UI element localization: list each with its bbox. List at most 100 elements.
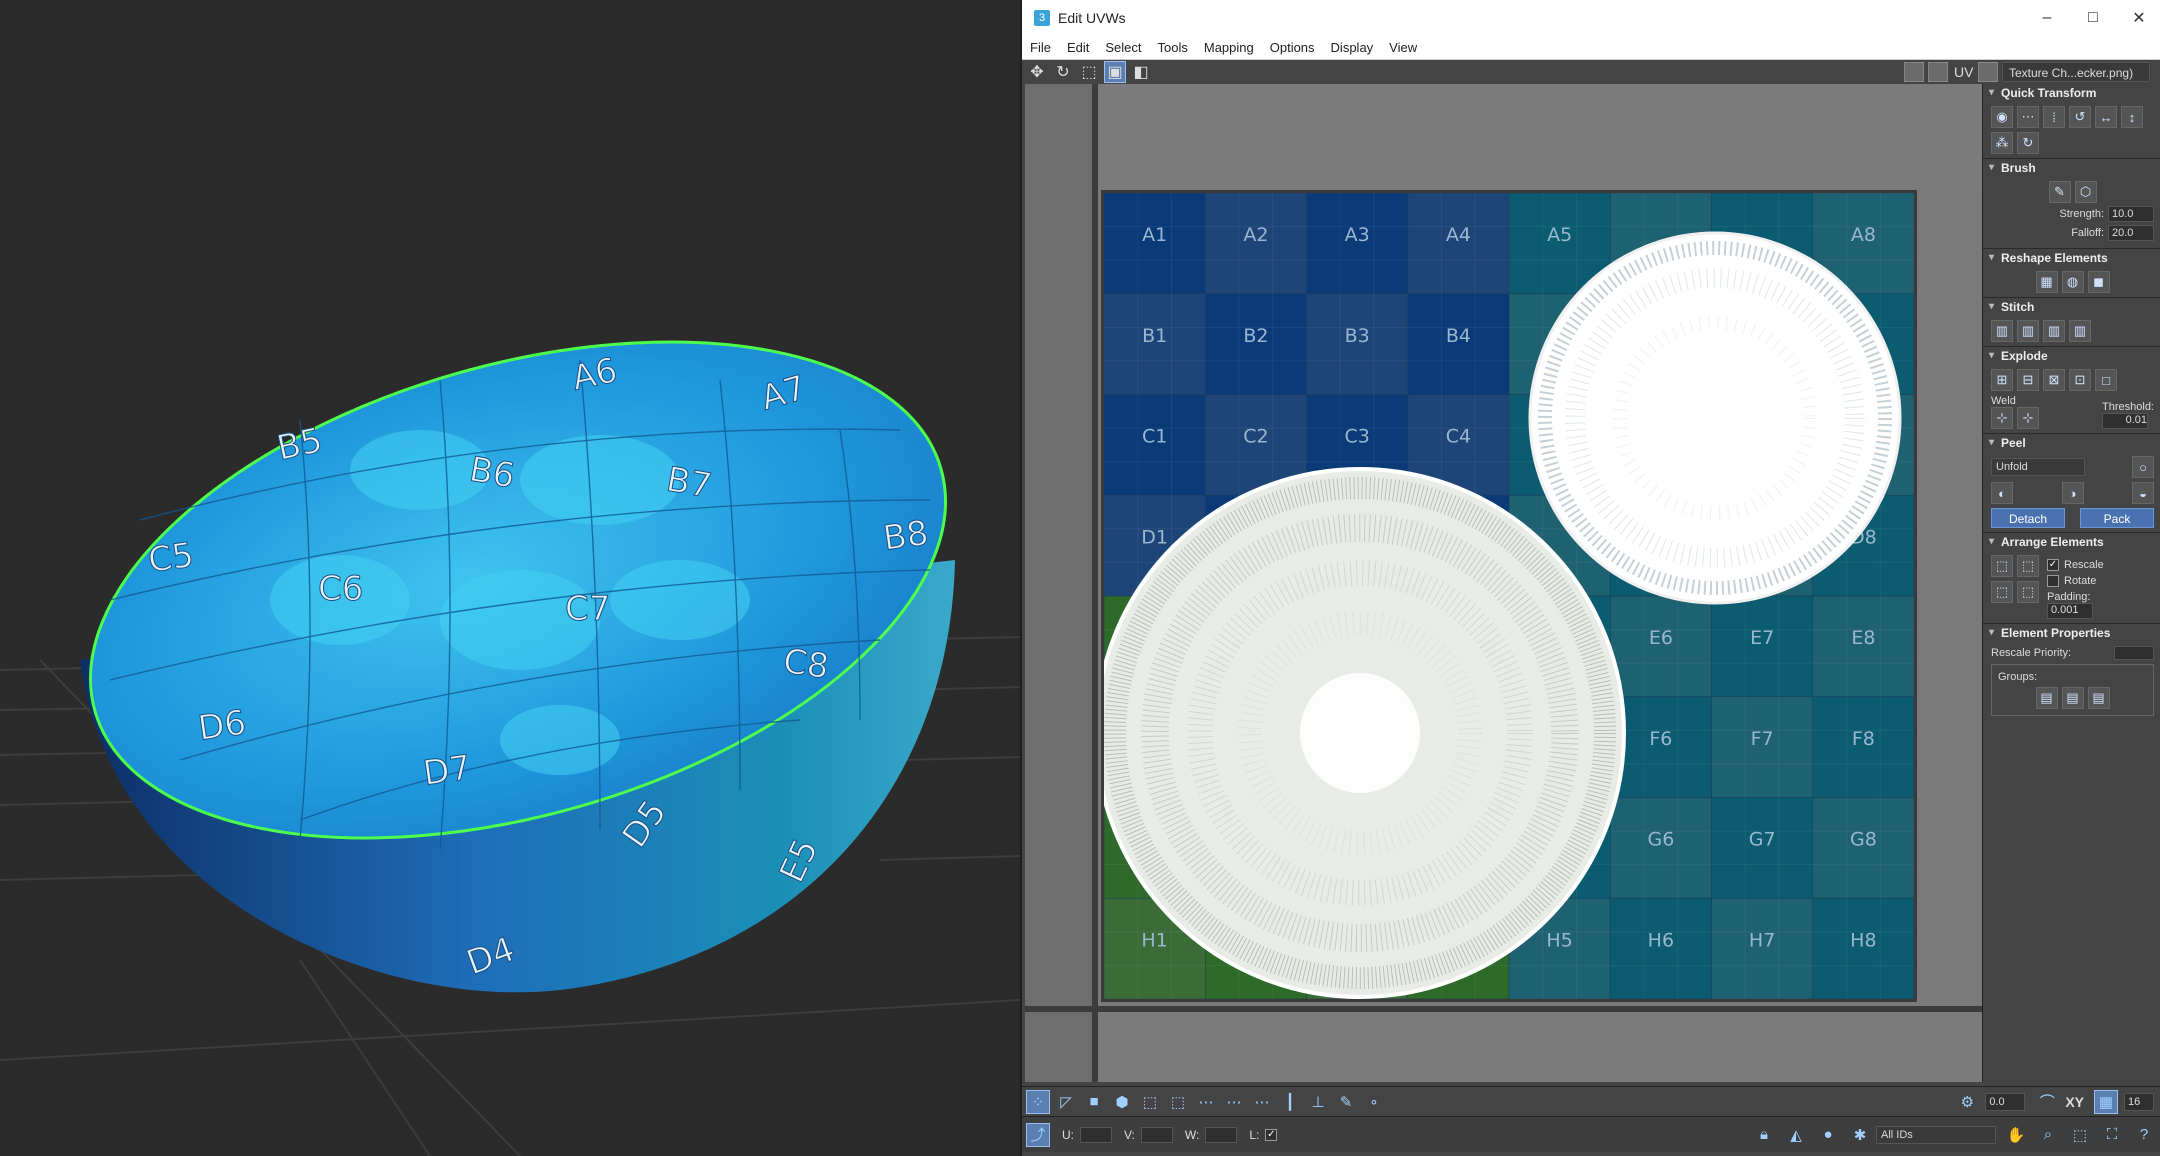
weld-selected-icon[interactable]: ⊹ <box>1991 407 2013 429</box>
rescale-checkbox[interactable]: ✓ <box>2047 559 2059 571</box>
uv-editor-canvas[interactable]: A1 A2 A3 A4 A5 A8 B1 B2 B3 B4 C1 C2 C3 C4 D1 D8 E6 E7 E8 F6… <box>1025 84 1982 1082</box>
peel-header[interactable]: Peel <box>1983 434 2160 452</box>
element-properties-header[interactable]: Element Properties <box>1983 624 2160 642</box>
pack-button[interactable]: Pack <box>2080 508 2154 528</box>
zoom-icon[interactable]: ⌕ <box>2036 1123 2060 1147</box>
mirror-icon[interactable]: ◧ <box>1130 61 1152 83</box>
shrink-selection-icon[interactable]: ⬚ <box>1166 1090 1190 1114</box>
uv-axis-label[interactable]: UV <box>1954 64 1974 80</box>
pattern-toggle-icon[interactable] <box>1978 62 1998 82</box>
arrange-elements-header[interactable]: Arrange Elements <box>1983 533 2160 551</box>
relax-icon[interactable]: ◍ <box>2061 271 2084 293</box>
grow-selection-icon[interactable]: ⬚ <box>1138 1090 1162 1114</box>
loop-icon[interactable]: ⋯ <box>1194 1090 1218 1114</box>
zoom-region-icon[interactable]: ⬚ <box>2068 1123 2092 1147</box>
vertex-select-icon[interactable]: ⁘ <box>1026 1089 1050 1114</box>
filter-icon[interactable]: ● <box>1816 1123 1840 1147</box>
menu-file[interactable]: File <box>1022 40 1059 55</box>
checker-toggle-icon[interactable] <box>1904 62 1924 82</box>
menu-tools[interactable]: Tools <box>1150 40 1196 55</box>
rotate-ccw-icon[interactable]: ↺ <box>2069 106 2091 128</box>
padding-spinner[interactable]: 0.001 <box>2047 603 2093 619</box>
element-select-icon[interactable]: ⬢ <box>1110 1090 1134 1114</box>
uv-island-hemisphere-side[interactable] <box>1104 467 1626 999</box>
peel-reset-icon[interactable]: ○ <box>2132 456 2154 478</box>
menu-view[interactable]: View <box>1381 40 1425 55</box>
grid-snap-icon[interactable]: ▦ <box>2094 1089 2118 1114</box>
v-field[interactable] <box>1140 1126 1173 1143</box>
edge-loop-icon[interactable]: ┃ <box>1278 1090 1302 1114</box>
u-field[interactable] <box>1080 1126 1112 1143</box>
menu-display[interactable]: Display <box>1323 40 1382 55</box>
group-select-icon[interactable]: ▤ <box>2035 687 2058 709</box>
texture-toggle-icon[interactable] <box>1928 62 1948 82</box>
quick-transform-header[interactable]: Quick Transform <box>1983 84 2160 102</box>
explode-header[interactable]: Explode <box>1983 347 2160 365</box>
soft-select-icon[interactable]: ⌒ <box>2035 1090 2059 1114</box>
l-checkbox[interactable]: ✓ <box>1265 1128 1278 1141</box>
angle-snap-icon[interactable]: ⚙ <box>1955 1090 1979 1114</box>
cube-icon[interactable]: ◼ <box>2087 271 2110 293</box>
stitch-header[interactable]: Stitch <box>1983 298 2160 316</box>
space-horizontal-icon[interactable]: ↔ <box>2095 106 2117 128</box>
freeform-icon[interactable]: ▣ <box>1104 61 1126 83</box>
point-to-point-icon[interactable]: ⊥ <box>1306 1090 1330 1114</box>
paint-brush-icon[interactable]: ✎ <box>2048 181 2071 203</box>
quick-peel-icon[interactable]: ◐ <box>1991 482 2013 504</box>
rotate-checkbox[interactable] <box>2047 575 2059 587</box>
explode-smoothing-icon[interactable]: ⊟ <box>2017 369 2039 391</box>
group-add-icon[interactable]: ▤ <box>2061 687 2084 709</box>
explode-material-icon[interactable]: ⊠ <box>2043 369 2065 391</box>
w-field[interactable] <box>1205 1126 1238 1143</box>
menu-edit[interactable]: Edit <box>1059 40 1097 55</box>
pack-custom-icon[interactable]: ⬚ <box>1991 555 2013 577</box>
scale-icon[interactable]: ⬚ <box>1078 61 1100 83</box>
space-vertical-icon[interactable]: ↕ <box>2121 106 2143 128</box>
rotate-cw-icon[interactable]: ↻ <box>2017 132 2039 154</box>
explode-edges-icon[interactable]: ⊡ <box>2069 369 2091 391</box>
stitch-source-icon[interactable]: ▥ <box>2017 320 2039 342</box>
texture-dropdown[interactable]: Texture Ch...ecker.png) <box>2002 62 2150 82</box>
freeze-icon[interactable]: ✱ <box>1848 1123 1872 1147</box>
relax-brush-icon[interactable]: ⬡ <box>2074 181 2097 203</box>
stitch-target-icon[interactable]: ▥ <box>2069 320 2091 342</box>
angle-spinner[interactable]: 0.0 <box>1985 1092 2026 1111</box>
menu-select[interactable]: Select <box>1097 40 1149 55</box>
pelt-map-icon[interactable]: ◒ <box>2132 482 2154 504</box>
edge-select-icon[interactable]: ◸ <box>1054 1090 1078 1114</box>
stitch-custom-icon[interactable]: ▥ <box>1991 320 2013 342</box>
grid-spinner[interactable]: 16 <box>2124 1092 2154 1111</box>
pan-icon[interactable]: ✋ <box>2004 1123 2028 1147</box>
rotate-icon[interactable]: ↻ <box>1052 61 1074 83</box>
move-icon[interactable]: ✥ <box>1026 61 1048 83</box>
peel-mode-dropdown[interactable]: Unfold <box>1991 458 2085 476</box>
pack-recursive-icon[interactable]: ⬚ <box>2017 581 2039 603</box>
weld-target-icon[interactable]: ⊹ <box>2017 407 2039 429</box>
straighten-icon[interactable]: ▦ <box>2035 271 2058 293</box>
lock-icon[interactable]: 🔒︎ <box>1752 1123 1776 1147</box>
menu-mapping[interactable]: Mapping <box>1196 40 1262 55</box>
stitch-average-icon[interactable]: ▥ <box>2043 320 2065 342</box>
align-horizontal-icon[interactable]: ⋯ <box>2017 106 2039 128</box>
strength-spinner[interactable]: 10.0 <box>2108 206 2154 222</box>
flatten-icon[interactable]: □ <box>2095 369 2117 391</box>
ring-icon[interactable]: ⋯ <box>1222 1090 1246 1114</box>
uv-island-top-face[interactable] <box>1528 231 1902 605</box>
pivot-icon[interactable]: ◉ <box>1991 106 2013 128</box>
hide-icon[interactable]: ◭ <box>1784 1123 1808 1147</box>
group-remove-icon[interactable]: ▤ <box>2087 687 2110 709</box>
perspective-viewport[interactable]: A6 A7 B5 B6 B7 B8 C5 C6 C7 C8 D6 D7 D5 E… <box>0 0 1020 1156</box>
detach-button[interactable]: Detach <box>1991 508 2065 528</box>
break-icon[interactable]: ⊞ <box>1991 369 2013 391</box>
material-id-dropdown[interactable]: All IDs <box>1876 1125 1996 1144</box>
rescale-priority-spinner[interactable] <box>2114 646 2154 660</box>
menu-options[interactable]: Options <box>1262 40 1323 55</box>
peel-mode-icon[interactable]: ◑ <box>2061 482 2084 504</box>
brush-header[interactable]: Brush <box>1983 159 2160 177</box>
minimize-button[interactable]: – <box>2024 0 2070 36</box>
ring-grow-icon[interactable]: ⋯ <box>1250 1090 1274 1114</box>
linear-align-icon[interactable]: ⁂ <box>1991 132 2013 154</box>
align-vertical-icon[interactable]: ⁞ <box>2043 106 2065 128</box>
transform-mode-icon[interactable]: ⤴ <box>1026 1122 1050 1147</box>
help-icon[interactable]: ? <box>2132 1123 2156 1147</box>
